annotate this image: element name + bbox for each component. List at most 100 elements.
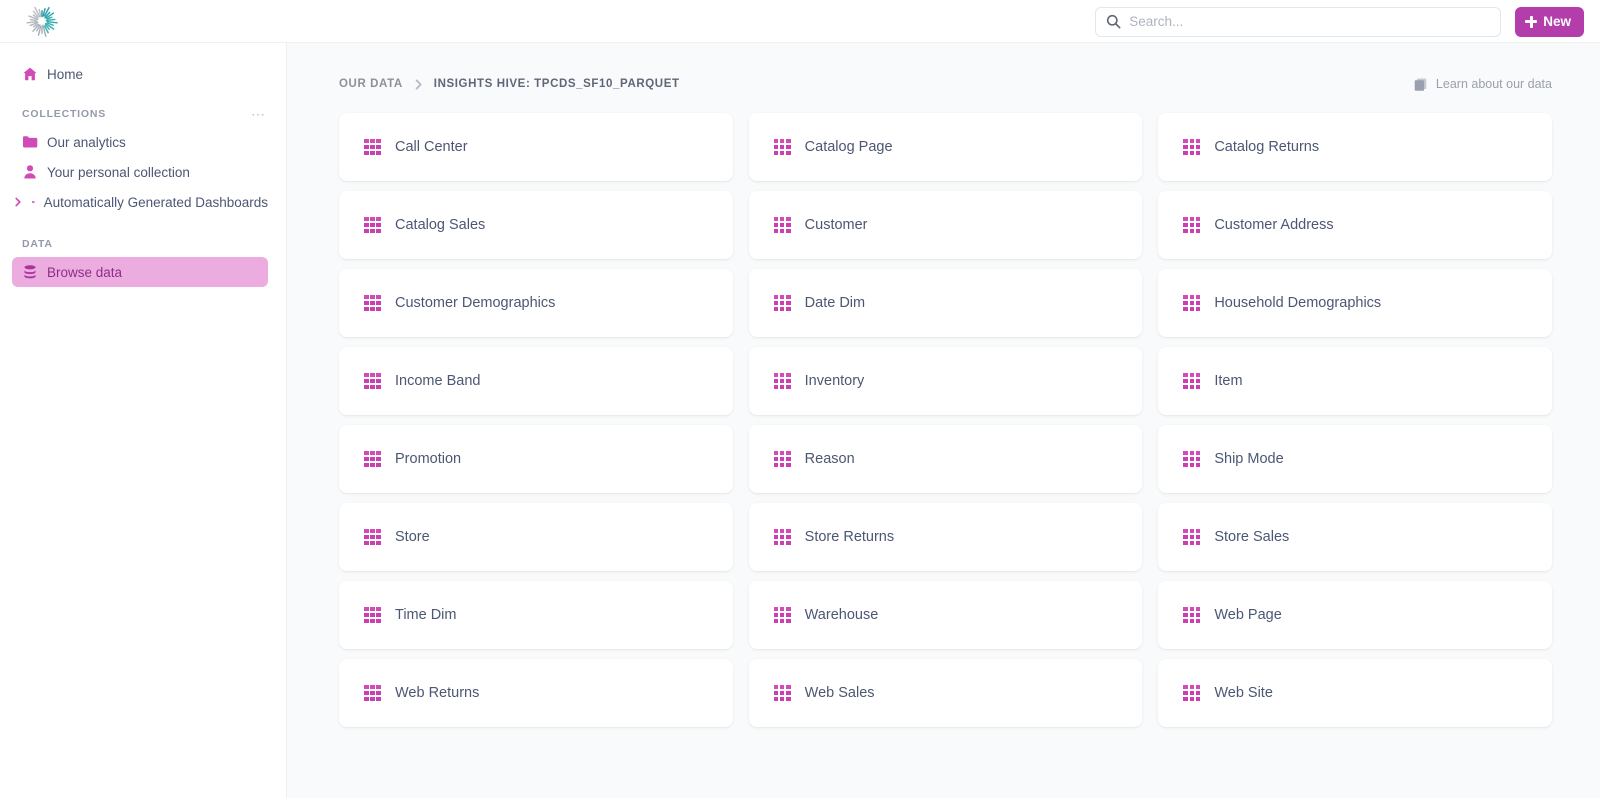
table-grid-icon — [364, 216, 381, 234]
table-grid-icon — [773, 450, 791, 468]
sidebar-item-home-label: Home — [47, 66, 84, 82]
table-grid-icon — [364, 138, 381, 156]
tables-grid: Call Center Catalog Page Catalog Returns Ca… — [287, 103, 1600, 727]
table-grid-icon — [1183, 294, 1201, 312]
table-card-label: Call Center — [395, 139, 468, 155]
table-grid-icon — [1183, 450, 1201, 468]
table-grid-icon — [364, 294, 381, 312]
metabase-starburst-logo-icon — [26, 6, 58, 37]
top-navigation-bar: New — [0, 0, 1600, 43]
table-card-label: Customer Address — [1214, 217, 1334, 233]
table-grid-icon — [364, 372, 381, 390]
table-card[interactable]: Store — [339, 503, 733, 571]
table-grid-icon — [1183, 216, 1201, 234]
table-card[interactable]: Time Dim — [339, 581, 733, 649]
table-card-label: Warehouse — [804, 607, 879, 623]
table-card-label: Date Dim — [804, 295, 866, 311]
table-card-label: Catalog Sales — [395, 217, 486, 233]
topbar-actions: New — [1095, 0, 1600, 43]
app-logo[interactable] — [12, 0, 72, 43]
table-card[interactable]: Warehouse — [748, 581, 1143, 649]
table-grid-icon — [1183, 684, 1201, 702]
table-card-label: Customer Demographics — [395, 295, 556, 311]
table-grid-icon — [364, 684, 381, 702]
table-grid-icon — [773, 216, 791, 234]
table-card-label: Catalog Returns — [1214, 139, 1320, 155]
table-card-label: Inventory — [804, 373, 865, 389]
table-card-label: Promotion — [395, 451, 462, 467]
person-icon — [24, 165, 36, 179]
table-card[interactable]: Store Returns — [748, 503, 1143, 571]
table-card-label: Item — [1214, 373, 1243, 389]
search-bar[interactable] — [1095, 6, 1502, 37]
table-card-label: Reason — [804, 451, 855, 467]
breadcrumb-item-our-data[interactable]: OUR DATA — [339, 78, 403, 90]
chevron-right-icon[interactable] — [13, 197, 23, 207]
table-grid-icon — [773, 138, 791, 156]
table-card[interactable]: Store Sales — [1158, 503, 1552, 571]
table-card[interactable]: Ship Mode — [1158, 425, 1552, 493]
table-card[interactable]: Item — [1158, 347, 1552, 415]
learn-about-our-data-label: Learn about our data — [1435, 77, 1552, 91]
table-card[interactable]: Customer Demographics — [339, 269, 733, 337]
breadcrumb-item-current-schema: INSIGHTS HIVE: TPCDS_SF10_PARQUET — [433, 78, 680, 90]
table-card-label: Income Band — [395, 373, 481, 389]
table-grid-icon — [364, 450, 381, 468]
table-grid-icon — [773, 528, 791, 546]
table-card[interactable]: Customer Address — [1158, 191, 1552, 259]
table-grid-icon — [1183, 528, 1201, 546]
sidebar-section-data: DATA — [0, 231, 286, 257]
home-icon — [23, 67, 37, 81]
table-card[interactable]: Customer — [748, 191, 1143, 259]
table-card[interactable]: Date Dim — [748, 269, 1143, 337]
search-input[interactable] — [1129, 14, 1491, 29]
table-card-label: Store Sales — [1214, 529, 1290, 545]
sidebar-section-collections: COLLECTIONS ⋯ — [0, 101, 286, 127]
folder-icon — [32, 201, 35, 203]
search-icon — [1107, 14, 1121, 29]
table-card[interactable]: Promotion — [339, 425, 733, 493]
table-card-label: Time Dim — [395, 607, 457, 623]
book-icon — [1414, 78, 1427, 91]
table-card[interactable]: Income Band — [339, 347, 733, 415]
table-card[interactable]: Web Site — [1158, 659, 1552, 727]
sidebar-item-home[interactable]: Home — [12, 59, 268, 89]
table-grid-icon — [1183, 606, 1201, 624]
table-card[interactable]: Inventory — [748, 347, 1143, 415]
table-grid-icon — [773, 294, 791, 312]
plus-icon — [1525, 15, 1538, 28]
table-card[interactable]: Web Sales — [748, 659, 1143, 727]
sidebar-item-browse-data-label: Browse data — [47, 264, 123, 280]
table-card-label: Web Sales — [804, 685, 875, 701]
sidebar: Home COLLECTIONS ⋯ Our analytics Your pe… — [0, 43, 287, 798]
table-card[interactable]: Catalog Sales — [339, 191, 733, 259]
table-card-label: Store — [395, 529, 430, 545]
sidebar-item-our-analytics[interactable]: Our analytics — [12, 127, 268, 157]
table-grid-icon — [1183, 138, 1201, 156]
table-card[interactable]: Catalog Returns — [1158, 113, 1552, 181]
database-icon — [24, 265, 36, 279]
main-content: OUR DATA INSIGHTS HIVE: TPCDS_SF10_PARQU… — [287, 43, 1600, 798]
table-card[interactable]: Call Center — [339, 113, 733, 181]
table-grid-icon — [773, 606, 791, 624]
table-card[interactable]: Web Returns — [339, 659, 733, 727]
sidebar-section-data-title: DATA — [22, 238, 53, 250]
table-card[interactable]: Reason — [748, 425, 1143, 493]
table-card-label: Household Demographics — [1214, 295, 1382, 311]
table-card[interactable]: Household Demographics — [1158, 269, 1552, 337]
learn-about-our-data-link[interactable]: Learn about our data — [1413, 77, 1552, 92]
table-card[interactable]: Catalog Page — [748, 113, 1143, 181]
sidebar-item-automatically-generated-dashboards[interactable]: Automatically Generated Dashboards — [15, 187, 268, 217]
new-button-label: New — [1543, 14, 1571, 29]
breadcrumb: OUR DATA INSIGHTS HIVE: TPCDS_SF10_PARQU… — [339, 78, 680, 90]
table-grid-icon — [773, 684, 791, 702]
sidebar-item-automatically-generated-dashboards-label: Automatically Generated Dashboards — [43, 194, 268, 210]
table-card-label: Web Site — [1214, 685, 1273, 701]
new-button[interactable]: New — [1515, 6, 1584, 37]
ellipsis-icon[interactable]: ⋯ — [251, 107, 266, 121]
table-card-label: Store Returns — [804, 529, 895, 545]
folder-icon — [23, 136, 38, 148]
sidebar-item-your-personal-collection[interactable]: Your personal collection — [12, 157, 268, 187]
sidebar-item-browse-data[interactable]: Browse data — [12, 257, 268, 287]
table-card[interactable]: Web Page — [1158, 581, 1552, 649]
